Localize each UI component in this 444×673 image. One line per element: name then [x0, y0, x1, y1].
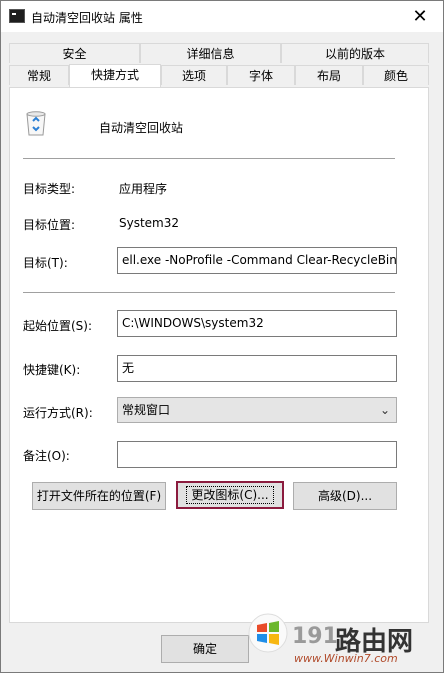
target-label: 目标(T): — [23, 256, 68, 270]
window-title: 自动清空回收站 属性 — [31, 11, 143, 25]
target-location-label: 目标位置: — [23, 218, 76, 232]
run-select[interactable]: 常规窗口 ⌄ — [117, 397, 397, 423]
open-file-location-button[interactable]: 打开文件所在的位置(F) — [32, 482, 166, 510]
hotkey-label: 快捷键(K): — [23, 363, 81, 377]
hotkey-input[interactable]: 无 — [117, 355, 397, 382]
title-bar: 自动清空回收站 属性 ✕ — [1, 1, 443, 32]
comment-input[interactable] — [117, 441, 397, 468]
close-button[interactable]: ✕ — [397, 1, 443, 32]
start-in-input[interactable]: C:\WINDOWS\system32 — [117, 310, 397, 337]
change-icon-button[interactable]: 更改图标(C)... — [176, 481, 284, 509]
change-icon-button-label: 更改图标(C)... — [186, 486, 274, 504]
properties-window: 自动清空回收站 属性 ✕ 安全 详细信息 以前的版本 常规 快捷方式 选项 字体… — [0, 0, 444, 673]
windows-logo-icon — [248, 613, 288, 653]
console-icon — [9, 9, 25, 23]
watermark-url: www.Winwin7.com — [294, 652, 398, 665]
shortcut-name: 自动清空回收站 — [99, 121, 184, 135]
advanced-button[interactable]: 高级(D)... — [293, 482, 397, 510]
tab-general[interactable]: 常规 — [9, 65, 69, 85]
comment-label: 备注(O): — [23, 449, 70, 463]
tab-options[interactable]: 选项 — [161, 65, 227, 85]
run-label: 运行方式(R): — [23, 406, 93, 420]
divider — [23, 292, 395, 293]
start-in-label: 起始位置(S): — [23, 319, 93, 333]
tab-shortcut[interactable]: 快捷方式 — [69, 64, 161, 87]
tab-font[interactable]: 字体 — [227, 65, 295, 85]
divider — [23, 158, 395, 159]
tab-row-top: 安全 详细信息 以前的版本 — [9, 43, 429, 64]
target-location-value: System32 — [119, 216, 180, 230]
tab-previous-versions[interactable]: 以前的版本 — [281, 43, 429, 63]
target-type-label: 目标类型: — [23, 182, 76, 196]
target-type-value: 应用程序 — [119, 182, 168, 196]
chevron-down-icon: ⌄ — [379, 403, 390, 417]
tab-details[interactable]: 详细信息 — [140, 43, 281, 63]
tab-colors[interactable]: 颜色 — [363, 65, 429, 85]
run-select-value: 常规窗口 — [122, 403, 171, 417]
tab-security[interactable]: 安全 — [9, 43, 140, 63]
ok-button[interactable]: 确定 — [161, 635, 249, 663]
tab-row-bottom: 常规 快捷方式 选项 字体 布局 颜色 — [9, 64, 429, 87]
watermark-prefix: 191 — [292, 624, 338, 649]
recycle-bin-icon — [26, 111, 46, 136]
tab-layout[interactable]: 布局 — [295, 65, 363, 85]
target-input[interactable]: ell.exe -NoProfile -Command Clear-Recycl… — [117, 247, 397, 274]
